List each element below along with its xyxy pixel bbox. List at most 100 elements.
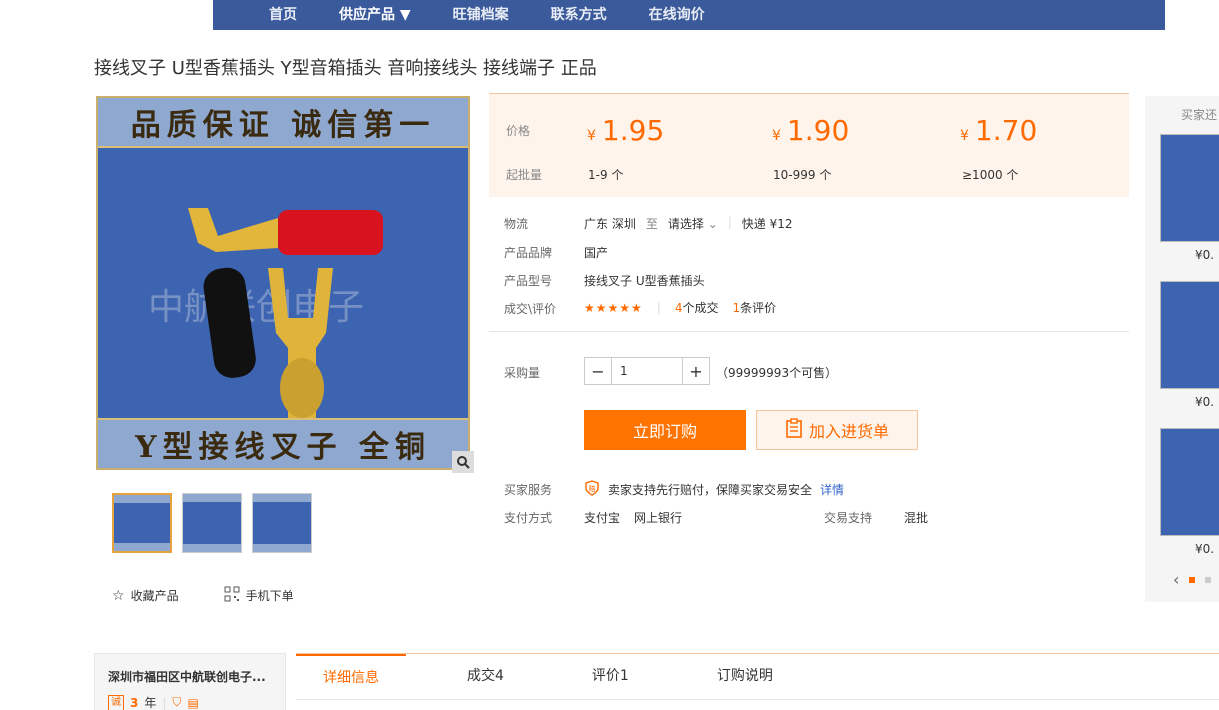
nav-contact[interactable]: 联系方式 (530, 0, 628, 30)
reviews-count: 1 (732, 301, 741, 315)
payment-label: 支付方式 (504, 511, 553, 525)
moq-tier-3: ≥1000 个 (962, 168, 1019, 182)
tab-order-notes[interactable]: 订购说明 (690, 654, 800, 700)
buy-now-button[interactable]: 立即订购 (584, 410, 746, 450)
detail-tabs: 详细信息 成交4 评价1 订购说明 (296, 653, 1219, 700)
nav-home[interactable]: 首页 (248, 0, 318, 30)
quantity-label: 采购量 (504, 366, 541, 380)
recommended-product-price: ¥0. (1195, 248, 1215, 262)
payment-alipay: 支付宝 (584, 511, 621, 525)
price-tier-1: ¥1.95 (587, 114, 664, 147)
separator: | (162, 695, 167, 710)
payment-methods: 支付宝 网上银行 (584, 509, 682, 526)
favorite-button[interactable]: ☆ 收藏产品 (112, 586, 179, 605)
price-panel: 价格 起批量 ¥1.95 ¥1.90 ¥1.70 1-9 个 10-999 个 … (489, 93, 1129, 197)
add-to-cart-button[interactable]: 加入进货单 (756, 410, 918, 450)
price-value: 1.70 (974, 114, 1038, 147)
thumbnail-list (112, 493, 312, 553)
moq-label: 起批量 (506, 168, 543, 182)
price-value: 1.95 (601, 114, 665, 147)
sidebar-pager: ‹ (1173, 570, 1212, 589)
guarantee-shield-icon: ⛉ (172, 695, 182, 709)
recommended-product-image[interactable] (1160, 281, 1219, 389)
decrement-button[interactable]: − (585, 358, 611, 384)
chevron-left-icon[interactable]: ‹ (1173, 570, 1179, 589)
image-banner-top: 品质保证 诚信第一 (98, 98, 468, 148)
nav-inquiry[interactable]: 在线询价 (628, 0, 726, 30)
shop-meta: 诚 3 年 | ⛉ ▤ (108, 694, 199, 710)
pager-dot[interactable] (1205, 576, 1212, 583)
recommended-product-image[interactable] (1160, 428, 1219, 536)
quantity-stepper: − 1 + (584, 357, 710, 385)
thumbnail[interactable] (112, 493, 172, 553)
service-row: 赔 卖家支持先行赔付，保障买家交易安全 详情 (584, 480, 844, 499)
stock-available: （99999993个可售） (716, 366, 838, 380)
mobile-order-button[interactable]: 手机下单 (224, 586, 294, 605)
shop-name[interactable]: 深圳市福田区中航联创电子... (108, 668, 266, 685)
certificate-icon: ▤ (187, 695, 199, 710)
shop-years: 3 (130, 695, 139, 710)
service-details-link[interactable]: 详情 (820, 481, 844, 498)
payment-online-bank: 网上银行 (634, 511, 683, 525)
guarantee-shield-icon: 赔 (584, 480, 600, 499)
product-main-image[interactable]: 品质保证 诚信第一 中航联创电子 Y型接线叉子 全铜 (96, 96, 470, 470)
tab-reviews[interactable]: 评价1 (565, 654, 656, 700)
add-to-cart-label: 加入进货单 (808, 422, 889, 441)
price-tier-3: ¥1.70 (960, 114, 1037, 147)
trade-label: 交易支持 (824, 511, 873, 525)
shop-card: 深圳市福田区中航联创电子... 诚 3 年 | ⛉ ▤ (94, 653, 286, 710)
qr-code-icon (224, 586, 240, 605)
zoom-icon[interactable] (452, 451, 474, 473)
thumbnail[interactable] (182, 493, 242, 553)
quantity-input[interactable]: 1 (611, 358, 683, 384)
logistics-row: 广东 深圳 至 请选择 ⌄ | 快递 ¥12 (584, 215, 793, 232)
divider (489, 331, 1129, 332)
nav-shop-profile[interactable]: 旺铺档案 (432, 0, 530, 30)
shipping-fee: 快递 ¥12 (741, 217, 793, 231)
nav-products[interactable]: 供应产品 ▼ (318, 0, 432, 30)
trade-value: 混批 (904, 511, 929, 525)
model-value: 接线叉子 U型香蕉插头 (584, 274, 705, 288)
price-tier-2: ¥1.90 (772, 114, 849, 147)
reviews-link[interactable]: 1条评价 (733, 299, 777, 316)
rating-stars: ★★★★★ (584, 300, 643, 315)
service-text: 卖家支持先行赔付，保障买家交易安全 (608, 483, 813, 497)
logistics-label: 物流 (504, 217, 529, 231)
currency-symbol: ¥ (960, 128, 969, 144)
mobile-order-label: 手机下单 (245, 589, 294, 603)
price-value: 1.90 (786, 114, 850, 147)
product-title: 接线叉子 U型香蕉插头 Y型音箱插头 音响接线头 接线端子 正品 (94, 58, 597, 79)
deals-link[interactable]: 4个成交 (675, 299, 719, 316)
integrity-badge-icon: 诚 (108, 694, 124, 710)
service-label: 买家服务 (504, 483, 553, 497)
brand-value: 国产 (584, 246, 609, 260)
clipboard-icon (785, 418, 803, 442)
tab-deals[interactable]: 成交4 (440, 654, 531, 700)
logistics-origin: 广东 深圳 (584, 217, 636, 231)
deals-suffix: 个成交 (682, 301, 719, 315)
thumbnail[interactable] (252, 493, 312, 553)
moq-tier-2: 10-999 个 (773, 168, 832, 182)
currency-symbol: ¥ (587, 128, 596, 144)
star-outline-icon: ☆ (112, 587, 125, 604)
tab-details[interactable]: 详细信息 (296, 654, 406, 700)
shop-years-unit: 年 (144, 696, 157, 710)
destination-value: 请选择 (667, 217, 704, 231)
recommended-product-price: ¥0. (1195, 542, 1215, 556)
rating-row: ★★★★★ | 4个成交 1条评价 (584, 299, 776, 316)
price-label: 价格 (506, 124, 531, 138)
logistics-to: 至 (645, 217, 658, 231)
reviews-suffix: 条评价 (740, 301, 777, 315)
currency-symbol: ¥ (772, 128, 781, 144)
model-label: 产品型号 (504, 274, 553, 288)
recommended-product-price: ¥0. (1195, 395, 1215, 409)
destination-select[interactable]: 请选择 ⌄ (668, 215, 718, 232)
top-nav: 首页 供应产品 ▼ 旺铺档案 联系方式 在线询价 (213, 0, 1165, 30)
rating-label: 成交\评价 (504, 302, 557, 316)
pager-dot-active[interactable] (1189, 576, 1196, 583)
recommended-product-image[interactable] (1160, 134, 1219, 242)
product-actions: ☆ 收藏产品 手机下单 (112, 586, 294, 605)
increment-button[interactable]: + (683, 358, 709, 384)
sidebar-title: 买家还 (1181, 108, 1218, 122)
image-banner-bottom: Y型接线叉子 全铜 (98, 418, 468, 468)
